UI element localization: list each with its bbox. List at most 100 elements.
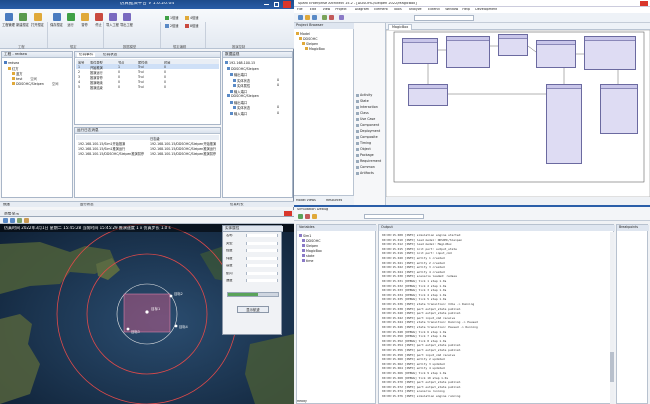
event-row[interactable]: 5 推演结束 0 Trul 0 (76, 84, 219, 90)
toolbox-item[interactable]: Artifacts (356, 171, 374, 175)
toolbox-item[interactable]: Use Case (356, 117, 375, 121)
speed-option-1[interactable]: 1倍速 (165, 15, 178, 20)
new-icon[interactable] (298, 15, 303, 20)
speed-option-2[interactable]: 2倍速 (165, 23, 178, 28)
data-tree-item[interactable]: 实体状态 0 (233, 78, 299, 83)
minimize-icon[interactable] (264, 4, 269, 5)
ea-diagram-canvas[interactable] (386, 30, 650, 197)
panel-row-field[interactable] (246, 264, 278, 268)
toolbox-item[interactable]: Package (356, 153, 374, 157)
output-scroll-thumb[interactable] (610, 352, 614, 382)
measure-icon[interactable] (24, 218, 29, 223)
ea-menu-item[interactable]: Tools (394, 8, 402, 11)
ea-menu-item[interactable]: Analyze (409, 8, 422, 11)
tab-sim-events[interactable]: 仿真事件 (77, 53, 96, 57)
show-track-button[interactable]: 显示航迹 (237, 306, 269, 313)
map-close-icon[interactable] (284, 211, 292, 216)
output-tab[interactable]: Output (379, 225, 615, 231)
project-tree-item[interactable]: redsea (4, 61, 27, 65)
open-icon[interactable] (305, 15, 310, 20)
data-tree-item[interactable]: 实体属性 0 (233, 83, 299, 88)
data-tree-item[interactable]: 输入端口 0 (230, 111, 296, 116)
toolbox-item[interactable]: Component (356, 123, 379, 127)
ea-menu-item[interactable]: Element (374, 8, 388, 11)
ea-close-icon[interactable] (640, 1, 648, 6)
breakpoints-tab[interactable]: Breakpoints (617, 225, 649, 231)
project-browser-item[interactable]: DDSOHC (299, 37, 318, 41)
data-tree-item[interactable]: DDSOHC/Sleipen (227, 94, 293, 98)
log-row[interactable]: 192.168.100.15/DDSOHC/Sleipen推演暂停 192.168… (76, 150, 219, 156)
toolbox-item[interactable]: Object (356, 147, 371, 151)
ribbon-button-8[interactable]: 导入工程 (106, 13, 119, 27)
ea-menu-item[interactable]: Diagram (355, 8, 369, 11)
ribbon-button-2[interactable]: 新建想定 (16, 13, 29, 27)
toolbox-item[interactable]: Deployment (356, 129, 380, 133)
toolbox-item[interactable]: Class (356, 111, 369, 115)
ribbon-button-9[interactable]: 导出工程 (120, 13, 133, 27)
panel-row-field[interactable] (246, 241, 278, 245)
project-tree-item[interactable]: DDSOHC/Sleipen 空间 (12, 81, 58, 86)
variable-item[interactable]: DDSOHC (302, 239, 321, 243)
zoom-out-icon[interactable] (10, 218, 15, 223)
variable-item[interactable]: MagicBox (302, 249, 322, 253)
toolbox-item[interactable]: Activity (356, 93, 372, 97)
ribbon-button-4[interactable]: 保存想定 (50, 13, 63, 27)
maximize-icon[interactable] (274, 2, 279, 7)
ribbon-button-1[interactable]: 工程管理 (2, 13, 15, 27)
debug-pause-icon[interactable] (312, 214, 317, 219)
ea-menu-item[interactable]: Extend (428, 8, 440, 11)
ea-menu-item[interactable]: Help (462, 8, 470, 11)
debug-filter-input[interactable] (364, 214, 424, 219)
toolbox-item[interactable]: Common (356, 165, 375, 169)
panel-row-field[interactable] (246, 271, 278, 275)
toolbox-item[interactable]: Timing (356, 141, 371, 145)
data-tree-item[interactable]: 192.168.100.15 (225, 61, 291, 65)
panel-row-field[interactable] (246, 249, 278, 253)
variable-item[interactable]: state (302, 254, 314, 258)
pan-icon[interactable] (17, 218, 22, 223)
data-tree-item[interactable]: 输出端口 (230, 72, 296, 77)
toolbox-item[interactable]: Requirement (356, 159, 381, 163)
speed-option-3[interactable]: 4倍速 (185, 15, 198, 20)
ea-menu-item[interactable]: Window (445, 8, 458, 11)
ea-menu-item[interactable]: Project (335, 8, 346, 11)
zoom-in-icon[interactable] (3, 218, 8, 223)
save-icon[interactable] (312, 15, 317, 20)
project-browser-item[interactable]: Model (296, 32, 310, 36)
run-icon[interactable] (322, 15, 327, 20)
variable-item[interactable]: Sim1 (299, 234, 311, 238)
variable-item[interactable]: time (302, 259, 313, 263)
variable-item[interactable]: Sleipen (302, 244, 318, 248)
speed-option-4[interactable]: 8倍速 (185, 23, 198, 28)
toolbox-item[interactable]: State (356, 99, 369, 103)
ea-menu-item[interactable]: View (323, 8, 331, 11)
panel-row-field[interactable] (246, 256, 278, 260)
project-browser-item[interactable]: MagicBox (305, 47, 325, 51)
panel-row-field[interactable] (246, 279, 278, 283)
toolbox-item[interactable]: Interaction (356, 105, 378, 109)
output-scrollbar[interactable] (610, 232, 614, 404)
variables-tab[interactable]: Variables (297, 225, 377, 231)
tab-model-views[interactable]: Model Views (296, 199, 316, 202)
data-tree-item[interactable]: 输出端口 (230, 100, 296, 105)
debug-stop-icon[interactable] (305, 214, 310, 219)
debug-run-icon[interactable] (298, 214, 303, 219)
ea-combo[interactable] (414, 15, 474, 21)
data-tree-item[interactable]: 输入端口 (230, 89, 296, 94)
diagram-icon[interactable] (339, 15, 344, 20)
ribbon-button-3[interactable]: 打开想定 (31, 13, 44, 27)
toolbox-item[interactable]: Composite (356, 135, 378, 139)
project-browser-item[interactable]: Sleipen (302, 42, 318, 46)
ribbon-button-6[interactable]: 暂停 (78, 13, 91, 27)
tab-sim-state[interactable]: 仿真状态 (103, 53, 117, 57)
ea-menu-item[interactable]: File (297, 8, 303, 11)
tab-resources[interactable]: Resources (326, 199, 342, 202)
ribbon-button-5[interactable]: 运行 (64, 13, 77, 27)
stop-icon[interactable] (329, 15, 334, 20)
panel-row-field[interactable] (246, 234, 278, 238)
close-icon[interactable] (283, 1, 291, 8)
ea-menu-item[interactable]: Development (475, 8, 497, 11)
ea-menu-item[interactable]: Edit (310, 8, 316, 11)
data-tree-item[interactable]: DDSOHC/Sleipen (227, 66, 293, 71)
data-tree-item[interactable]: 实体状态 0 (233, 105, 299, 110)
